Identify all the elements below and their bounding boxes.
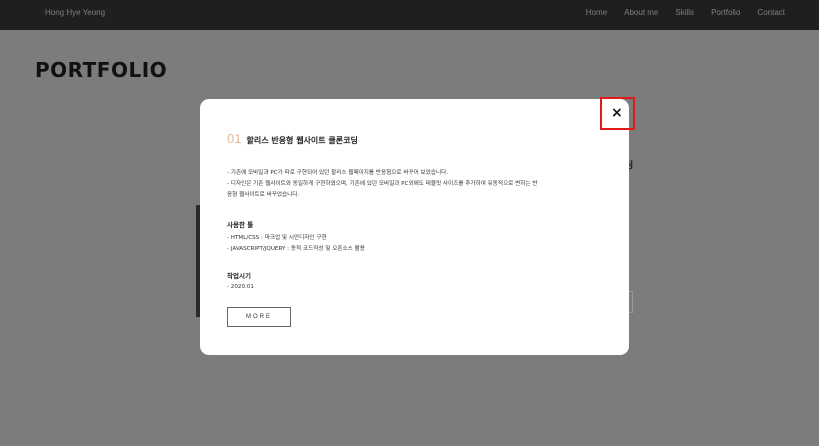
main-menu: Home About me Skills Portfolio Contact xyxy=(586,8,785,17)
period-value: - 2020.01 xyxy=(227,284,254,290)
more-button[interactable]: MORE xyxy=(227,307,291,327)
tools-heading: 사용한 툴 xyxy=(227,221,254,229)
project-description: - 기존에 모바일과 PC가 따로 구현되어 있던 할리스 웹페이지를 반응형으… xyxy=(227,168,612,201)
brand-name[interactable]: Hong Hye Yeong xyxy=(45,8,105,17)
nav-contact[interactable]: Contact xyxy=(757,8,785,17)
nav-portfolio[interactable]: Portfolio xyxy=(711,8,740,17)
tool-item: - JAVASCRIPT/JQUERY : 동적 코드작성 및 오픈소스 활용 xyxy=(227,246,365,252)
project-name: 할리스 반응형 웹사이트 클론코딩 xyxy=(246,136,358,145)
description-line: - 디자인은 기존 웹사이트와 동일하게 구현하였으며, 기존에 있던 모바일과… xyxy=(227,181,538,187)
top-nav: Hong Hye Yeong Home About me Skills Port… xyxy=(0,0,819,30)
nav-home[interactable]: Home xyxy=(586,8,607,17)
nav-about-me[interactable]: About me xyxy=(624,8,658,17)
description-line: - 기존에 모바일과 PC가 따로 구현되어 있던 할리스 웹페이지를 반응형으… xyxy=(227,170,449,176)
period-heading: 작업시기 xyxy=(227,272,251,280)
page-title: PORTFOLIO xyxy=(35,58,168,82)
project-number: 01 xyxy=(227,131,242,146)
tool-item: - HTML/CSS : 마크업 및 시안디자인 구현 xyxy=(227,235,327,241)
close-icon[interactable]: × xyxy=(611,106,623,120)
description-line: 응형 웹사이트로 바꾸었습니다. xyxy=(227,192,300,198)
modal-title: 01 할리스 반응형 웹사이트 클론코딩 xyxy=(227,131,358,146)
nav-skills[interactable]: Skills xyxy=(675,8,694,17)
